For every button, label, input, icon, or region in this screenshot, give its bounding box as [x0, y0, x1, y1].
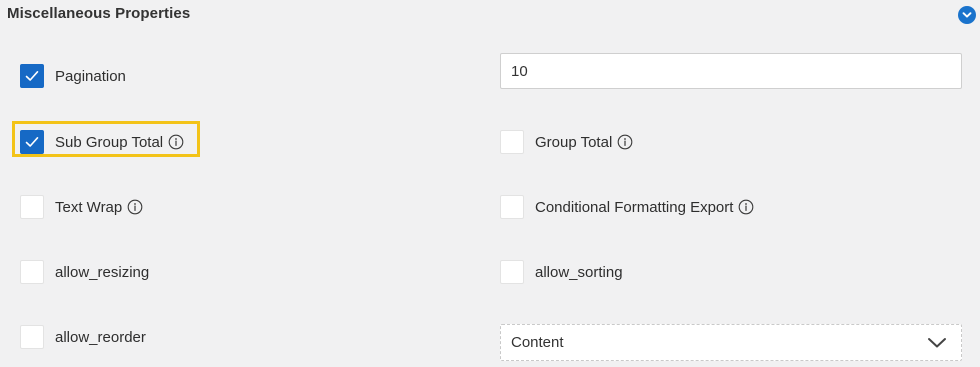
- allow-reorder-label: allow_reorder: [55, 328, 146, 346]
- checkmark-icon: [25, 71, 39, 81]
- allow-resizing-label: allow_resizing: [55, 263, 150, 281]
- chevron-down-icon: [962, 12, 972, 18]
- allow-reorder-option: allow_reorder: [20, 324, 146, 350]
- miscellaneous-properties-panel: Miscellaneous Properties Pagination Sub …: [0, 0, 980, 367]
- conditional-formatting-export-option: Conditional Formatting Export: [500, 194, 754, 220]
- checkmark-icon: [25, 137, 39, 147]
- section-title: Miscellaneous Properties: [7, 5, 191, 22]
- pagination-checkbox[interactable]: [20, 64, 44, 88]
- collapse-section-button[interactable]: [958, 6, 976, 24]
- allow-sorting-label: allow_sorting: [535, 263, 623, 281]
- allow-resizing-checkbox[interactable]: [20, 260, 44, 284]
- allow-resizing-option: allow_resizing: [20, 259, 149, 285]
- info-icon[interactable]: [617, 134, 633, 150]
- sub-group-total-checkbox[interactable]: [20, 130, 44, 154]
- text-wrap-checkbox[interactable]: [20, 195, 44, 219]
- allow-sorting-option: allow_sorting: [500, 259, 623, 285]
- content-select-value: Content: [511, 334, 564, 351]
- pagination-option: Pagination: [20, 63, 126, 89]
- group-total-option: Group Total: [500, 129, 633, 155]
- text-wrap-label: Text Wrap: [55, 198, 123, 216]
- info-icon[interactable]: [738, 199, 754, 215]
- allow-reorder-checkbox[interactable]: [20, 325, 44, 349]
- sub-group-total-option: Sub Group Total: [20, 129, 184, 155]
- group-total-checkbox[interactable]: [500, 130, 524, 154]
- allow-sorting-checkbox[interactable]: [500, 260, 524, 284]
- info-icon[interactable]: [127, 199, 143, 215]
- sub-group-total-label: Sub Group Total: [55, 133, 164, 151]
- conditional-formatting-export-checkbox[interactable]: [500, 195, 524, 219]
- conditional-formatting-export-label: Conditional Formatting Export: [535, 198, 734, 216]
- pagination-label: Pagination: [55, 67, 126, 85]
- info-icon[interactable]: [168, 134, 184, 150]
- pagination-size-input[interactable]: [500, 53, 962, 89]
- group-total-label: Group Total: [535, 133, 613, 151]
- chevron-down-icon: [928, 337, 946, 347]
- text-wrap-option: Text Wrap: [20, 194, 143, 220]
- content-select[interactable]: Content: [500, 324, 962, 361]
